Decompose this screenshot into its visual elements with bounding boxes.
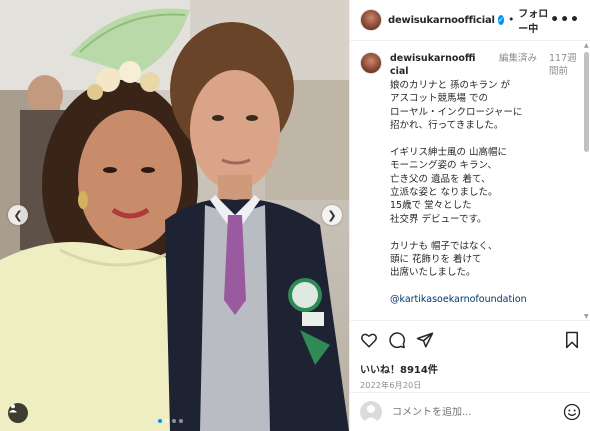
- carousel-dot: [179, 419, 183, 423]
- post-side-panel: dewisukarnoofficial ✓ • フォロー中 ••• dewisu…: [349, 0, 590, 431]
- likes-count[interactable]: いいね！8914件: [360, 361, 581, 376]
- carousel-prev-button[interactable]: ❮: [8, 205, 28, 225]
- caption-line: アスコット競馬場 での: [390, 93, 489, 105]
- mention-link[interactable]: @kartikasoekarnofoundation: [390, 293, 577, 306]
- caption-line: 娘のカリナと 孫のキラン が: [390, 79, 511, 91]
- photo-illustration: [0, 0, 349, 431]
- comments-scrollbar[interactable]: ▲ ▼: [584, 42, 589, 320]
- author-username[interactable]: dewisukarnoofficial: [388, 15, 495, 26]
- caption-area: dewisukarnoofficial 編集済み 117週間前 娘のカリナと 孫…: [350, 42, 590, 320]
- post-photo[interactable]: ❮ ❯: [0, 0, 349, 431]
- emoji-icon[interactable]: [563, 403, 581, 421]
- caption-line: 亡き父の 遺品を 着て、: [390, 173, 491, 185]
- caption-avatar[interactable]: [360, 52, 382, 74]
- caption-username[interactable]: dewisukarnoofficial: [390, 52, 476, 79]
- chevron-right-icon: ❯: [327, 208, 337, 222]
- carousel-dot-active: [158, 419, 162, 423]
- post-header: dewisukarnoofficial ✓ • フォロー中 •••: [350, 0, 590, 41]
- chevron-left-icon: ❮: [13, 208, 23, 222]
- caption-line: 社交界 デビューです。: [390, 213, 487, 225]
- paper-plane-icon[interactable]: [416, 331, 434, 349]
- caption-line: ローヤル・インクロージャーに: [390, 106, 523, 118]
- caption-text: 娘のカリナと 孫のキラン が アスコット競馬場 での ローヤル・インクロージャー…: [390, 79, 577, 307]
- scroll-down-icon[interactable]: ▼: [584, 313, 589, 320]
- header-separator: •: [508, 14, 515, 26]
- user-tags-button[interactable]: [8, 403, 28, 423]
- add-comment-bar: [350, 392, 590, 431]
- verified-badge-icon: ✓: [497, 15, 505, 25]
- more-options-icon[interactable]: •••: [550, 12, 580, 28]
- caption-line: カリナも 帽子ではなく、: [390, 240, 498, 252]
- carousel-dot: [172, 419, 176, 423]
- caption-line: 招かれ、行ってきました。: [390, 120, 504, 132]
- bookmark-icon[interactable]: [563, 331, 581, 349]
- default-avatar-icon: [363, 405, 379, 423]
- heart-icon[interactable]: [360, 331, 378, 349]
- caption-line: [390, 226, 577, 239]
- post-date[interactable]: 2022年6月20日: [360, 380, 581, 391]
- post-age[interactable]: 117週間前: [549, 52, 577, 79]
- carousel-indicator: [158, 419, 183, 423]
- carousel-dot: [165, 419, 169, 423]
- author-avatar[interactable]: [360, 9, 382, 31]
- caption-line: イギリス紳士風の 山高帽に: [390, 146, 508, 158]
- caption: dewisukarnoofficial 編集済み 117週間前 娘のカリナと 孫…: [360, 52, 577, 307]
- caption-line: 15歳で 堂々とした: [390, 200, 472, 212]
- user-tag-icon: [9, 404, 17, 413]
- caption-line: 立派な姿と なりました。: [390, 187, 498, 199]
- action-bar: いいね！8914件 2022年6月20日: [350, 320, 590, 391]
- viewer-avatar: [360, 401, 382, 423]
- scroll-up-icon[interactable]: ▲: [584, 42, 589, 49]
- caption-line: [390, 132, 577, 145]
- comment-icon[interactable]: [388, 331, 406, 349]
- caption-line: モーニング姿の キラン、: [390, 160, 497, 172]
- comment-input[interactable]: [392, 406, 542, 418]
- edited-label: 編集済み: [499, 53, 538, 64]
- following-button[interactable]: フォロー中: [518, 5, 550, 35]
- carousel-next-button[interactable]: ❯: [322, 205, 342, 225]
- scrollbar-thumb[interactable]: [584, 52, 589, 152]
- caption-line: [390, 280, 577, 293]
- caption-line: 出席いたしました。: [390, 267, 476, 279]
- caption-line: 頭に 花飾りを 着けて: [390, 254, 482, 266]
